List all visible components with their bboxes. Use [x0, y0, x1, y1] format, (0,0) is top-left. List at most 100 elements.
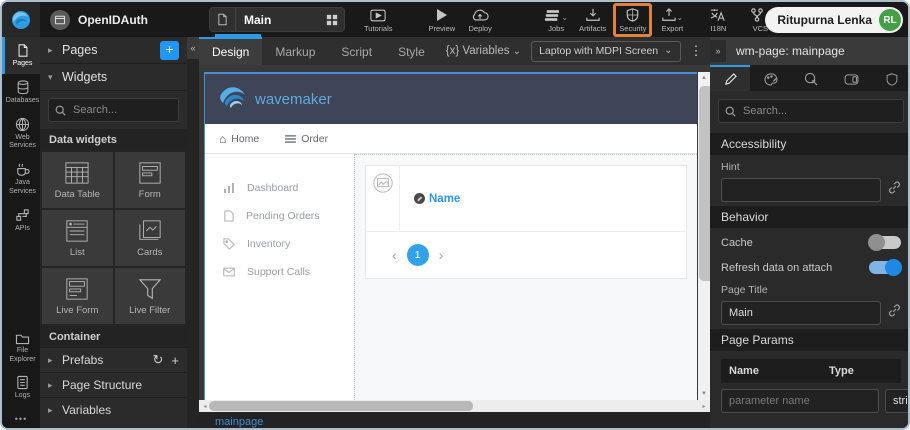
- sidebar-item-pages[interactable]: Pages: [2, 37, 40, 74]
- sidebar-more-button[interactable]: •••: [2, 406, 40, 430]
- cache-toggle[interactable]: [869, 236, 901, 249]
- data-widgets-group-label: Data widgets: [40, 129, 187, 150]
- canvas-toolbar: Design Markup Script Style {x} Variables…: [199, 37, 710, 65]
- tab-device[interactable]: [831, 65, 871, 91]
- design-page[interactable]: wavemaker ⌂Home Order Dashboard Pend: [204, 72, 697, 400]
- add-page-button[interactable]: +: [160, 41, 179, 60]
- tutorials-button[interactable]: Tutorials: [364, 7, 392, 33]
- param-type-select[interactable]: string⌄: [885, 389, 910, 413]
- sidebar-item-apis[interactable]: APIs: [2, 202, 40, 239]
- sidebar-item-java-services[interactable]: Java Services: [2, 156, 40, 202]
- bar-chart-icon: [223, 182, 235, 194]
- section-accessibility: Accessibility: [710, 133, 910, 155]
- tab-styles[interactable]: [750, 65, 790, 91]
- sidebar-item-logs[interactable]: Logs: [2, 369, 40, 406]
- widget-list[interactable]: List: [42, 210, 113, 266]
- scroll-up-icon[interactable]: ▲: [698, 72, 710, 84]
- sidebar-item-file-explorer[interactable]: File Explorer: [2, 326, 40, 370]
- nav-home[interactable]: ⌂Home: [219, 132, 259, 146]
- deploy-button[interactable]: Deploy: [467, 7, 493, 33]
- prefabs-refresh-icon[interactable]: ↻: [153, 352, 164, 368]
- tab-events[interactable]: [791, 65, 831, 91]
- widgets-accordion[interactable]: ▾ Widgets: [40, 64, 187, 91]
- canvas-horizontal-scrollbar[interactable]: ◂ ▸: [199, 400, 710, 412]
- collapse-left-panel-button[interactable]: «: [187, 37, 199, 59]
- variables-accordion[interactable]: ▸ Variables: [40, 397, 187, 422]
- expand-right-panel-button[interactable]: »: [710, 40, 726, 62]
- project-name: OpenIDAuth: [78, 13, 148, 27]
- cards-widget[interactable]: Name ‹ 1 ›: [365, 165, 687, 279]
- properties-title: wm-page: mainpage: [736, 44, 845, 58]
- tab-markup[interactable]: Markup: [262, 37, 328, 65]
- api-nodes-icon: [15, 208, 30, 223]
- canvas-vertical-scrollbar[interactable]: ▲ ▼: [698, 72, 710, 400]
- menu-item-inventory[interactable]: Inventory: [205, 230, 354, 258]
- refresh-on-attach-toggle[interactable]: [869, 261, 901, 274]
- param-name-input[interactable]: [721, 389, 879, 413]
- widget-live-form[interactable]: Live Form: [42, 268, 113, 324]
- caret-right-icon: ▸: [48, 405, 58, 416]
- page-grid-icon[interactable]: [320, 14, 344, 26]
- scroll-down-icon[interactable]: ▼: [698, 388, 710, 400]
- pagination-prev-icon[interactable]: ‹: [392, 247, 397, 263]
- device-icon: [844, 74, 859, 85]
- canvas-more-menu[interactable]: ⋮: [690, 43, 703, 59]
- tag-icon: [223, 238, 235, 250]
- page-params-table: Name Type string⌄ +: [721, 359, 901, 413]
- tab-security[interactable]: [872, 65, 910, 91]
- nav-order[interactable]: Order: [285, 133, 328, 145]
- form-icon: [138, 161, 162, 185]
- search-icon: [55, 105, 66, 116]
- wavemaker-logo-icon: [10, 9, 32, 31]
- widget-data-table[interactable]: Data Table: [42, 152, 113, 208]
- device-preview-select[interactable]: Laptop with MDPI Screen⌄: [531, 41, 680, 62]
- export-button[interactable]: ⌄ Export: [659, 7, 685, 33]
- search-icon: [725, 106, 736, 117]
- scroll-right-icon[interactable]: ▸: [698, 403, 710, 410]
- tab-design[interactable]: Design: [199, 37, 262, 65]
- page-structure-accordion[interactable]: ▸ Page Structure: [40, 372, 187, 397]
- page-body: Dashboard Pending Orders Inventory: [205, 154, 697, 400]
- pages-accordion[interactable]: ▸ Pages +: [40, 37, 187, 64]
- tab-script[interactable]: Script: [328, 37, 385, 65]
- jobs-button[interactable]: ⌄ Jobs: [543, 7, 569, 33]
- prefabs-accordion[interactable]: ▸ Prefabs ↻ +: [40, 347, 187, 372]
- pagination-next-icon[interactable]: ›: [439, 247, 444, 263]
- canvas-status-bar: mainpage: [199, 412, 710, 430]
- envelope-icon: [223, 267, 235, 277]
- tab-style[interactable]: Style: [385, 37, 438, 65]
- pencil-icon: [724, 73, 737, 86]
- sidebar-item-databases[interactable]: Databases: [2, 74, 40, 111]
- menu-item-dashboard[interactable]: Dashboard: [205, 174, 354, 202]
- properties-search-input[interactable]: [741, 104, 897, 118]
- security-button[interactable]: Security: [619, 7, 646, 33]
- prefabs-add-icon[interactable]: +: [171, 353, 179, 368]
- widget-live-filter[interactable]: Live Filter: [115, 268, 186, 324]
- bind-link-icon[interactable]: [888, 304, 901, 322]
- page-content: Name ‹ 1 ›: [355, 154, 697, 400]
- wavemaker-logo[interactable]: [2, 2, 40, 37]
- active-page-name[interactable]: mainpage: [215, 416, 263, 428]
- card-field-name[interactable]: Name: [429, 193, 460, 205]
- page-tab-main[interactable]: Main: [209, 7, 345, 32]
- menu-item-pending-orders[interactable]: Pending Orders: [205, 202, 354, 230]
- widget-form[interactable]: Form: [115, 152, 186, 208]
- sidebar-item-web-services[interactable]: Web Services: [2, 111, 40, 157]
- variables-dropdown[interactable]: {x} Variables ⌄: [446, 45, 521, 57]
- canvas-area: Design Markup Script Style {x} Variables…: [199, 37, 710, 430]
- horizontal-scroll-thumb[interactable]: [209, 401, 474, 411]
- user-menu[interactable]: Ritupurna Lenka RL: [765, 7, 903, 33]
- project-switcher[interactable]: OpenIDAuth ⌄: [50, 2, 226, 37]
- widget-search-input[interactable]: [71, 103, 172, 117]
- menu-item-support-calls[interactable]: Support Calls: [205, 258, 354, 286]
- i18n-button[interactable]: I18N: [705, 7, 731, 33]
- tab-properties[interactable]: [710, 65, 750, 91]
- pagination-current-page[interactable]: 1: [407, 244, 429, 266]
- widget-cards[interactable]: Cards: [115, 210, 186, 266]
- artifacts-button[interactable]: Artifacts: [579, 7, 606, 33]
- hint-input[interactable]: [721, 178, 881, 202]
- card-thumbnail: [366, 166, 400, 231]
- bind-link-icon[interactable]: [888, 181, 901, 199]
- preview-button[interactable]: Preview: [428, 7, 455, 33]
- page-title-input[interactable]: [721, 301, 881, 325]
